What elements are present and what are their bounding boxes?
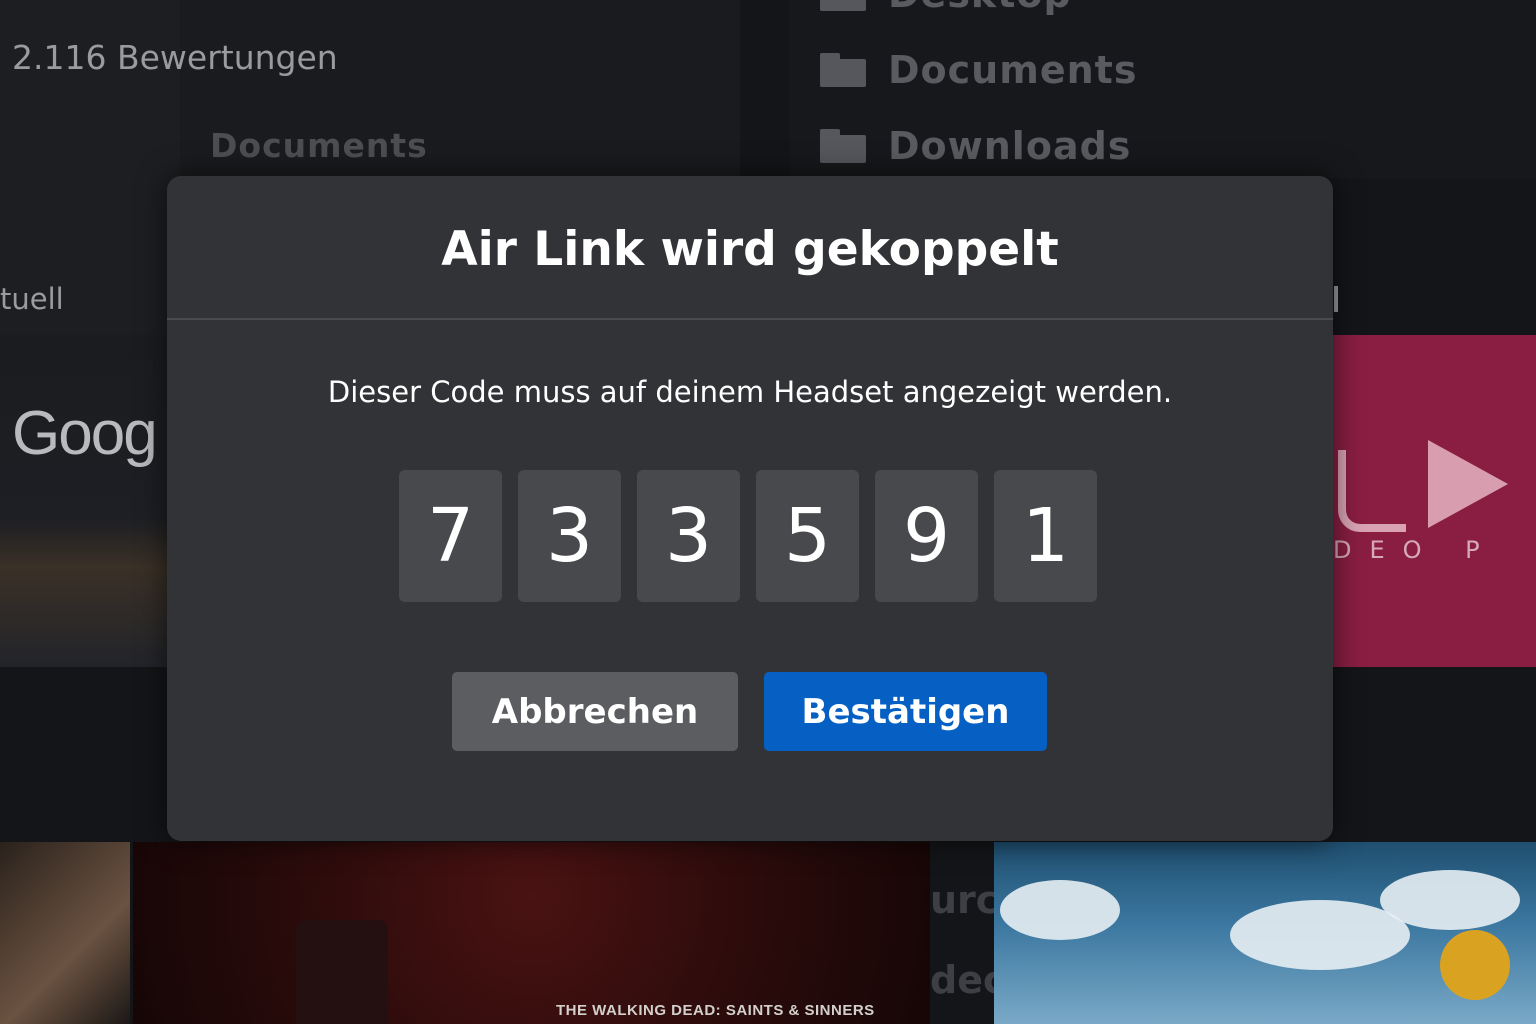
folder-icon	[820, 129, 866, 163]
dialog-message: Dieser Code muss auf deinem Headset ange…	[327, 375, 1173, 409]
background-section-label: tuell	[0, 282, 64, 316]
folder-name: Documents	[888, 48, 1138, 92]
dialog-divider	[167, 318, 1333, 320]
pairing-code: 7 3 3 5 9 1	[399, 470, 1097, 602]
background-text-fragment: urc	[930, 878, 999, 922]
play-icon	[1428, 440, 1508, 528]
confirm-button[interactable]: Bestätigen	[764, 672, 1047, 751]
folder-icon	[820, 0, 866, 11]
walking-dead-title: THE WALKING DEAD: SAINTS & SINNERS	[556, 1002, 875, 1019]
folder-downloads: Downloads	[820, 124, 1131, 168]
dialog-title: Air Link wird gekoppelt	[441, 222, 1059, 277]
google-app-tile	[0, 335, 168, 667]
background-documents-label: Documents	[210, 126, 428, 165]
folder-icon	[820, 53, 866, 87]
cloud-shape	[1230, 900, 1410, 970]
folder-documents: Documents	[820, 48, 1137, 92]
cancel-button[interactable]: Abbrechen	[452, 672, 738, 751]
background-text-fragment	[1334, 286, 1338, 312]
walking-dead-tile	[133, 842, 930, 1024]
code-digit: 5	[756, 470, 859, 602]
video-tile-text: DEO P	[1333, 536, 1498, 564]
folder-name: Downloads	[888, 124, 1132, 168]
air-link-pairing-dialog: Air Link wird gekoppelt Dieser Code muss…	[167, 176, 1333, 841]
video-logo-shape	[1338, 450, 1406, 532]
game-character	[1440, 930, 1510, 1000]
code-digit: 9	[875, 470, 978, 602]
google-logo-text: Goog	[12, 399, 158, 468]
folder-desktop: Desktop	[820, 0, 1072, 16]
code-digit: 1	[994, 470, 1097, 602]
code-digit: 3	[518, 470, 621, 602]
cloud-shape	[1000, 880, 1120, 940]
code-digit: 3	[637, 470, 740, 602]
game-tile-left	[0, 842, 130, 1024]
folder-name: Desktop	[888, 0, 1072, 16]
cloud-shape	[1380, 870, 1520, 930]
code-digit: 7	[399, 470, 502, 602]
rating-count: 2.116 Bewertungen	[12, 38, 338, 77]
walking-dead-figure	[296, 920, 388, 1024]
